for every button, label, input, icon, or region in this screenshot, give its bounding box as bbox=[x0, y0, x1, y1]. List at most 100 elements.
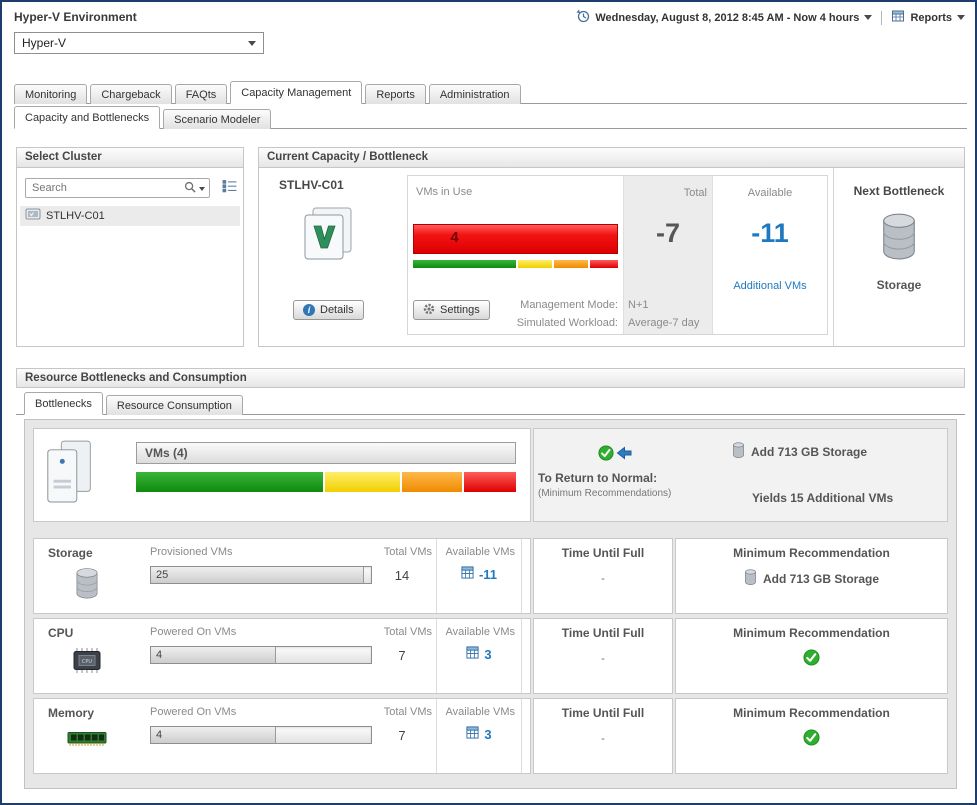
time-until-full-header: Time Until Full bbox=[534, 546, 672, 560]
details-button-label: Details bbox=[320, 304, 354, 316]
tab-monitoring[interactable]: Monitoring bbox=[14, 84, 87, 104]
tab-administration[interactable]: Administration bbox=[429, 84, 521, 104]
sub-tab-bar: Capacity and Bottlenecks Scenario Modele… bbox=[14, 106, 967, 129]
vms-in-use-label: VMs in Use bbox=[416, 186, 472, 198]
vms-in-use-value: 4 bbox=[414, 229, 495, 246]
additional-vms-link[interactable]: Additional VMs bbox=[713, 280, 827, 292]
reports-chevron-down-icon[interactable] bbox=[957, 15, 965, 20]
top-controls: Wednesday, August 8, 2012 8:45 AM - Now … bbox=[576, 9, 965, 26]
time-until-full-cell: Time Until Full - bbox=[533, 698, 673, 774]
cluster-icon bbox=[25, 208, 41, 224]
tab-capacity-and-bottlenecks[interactable]: Capacity and Bottlenecks bbox=[14, 106, 160, 129]
resource-label: Memory bbox=[48, 706, 94, 720]
minimum-recommendation-header: Minimum Recommendation bbox=[676, 626, 947, 640]
details-button[interactable]: i Details bbox=[293, 300, 364, 320]
current-capacity-panel: Current Capacity / Bottleneck STLHV-C01 … bbox=[258, 147, 965, 347]
summary-recommendation-text: Add 713 GB Storage bbox=[751, 445, 867, 459]
bar-fill bbox=[151, 727, 276, 743]
bar-fill bbox=[151, 647, 276, 663]
powered-on-vms-bar: 4 bbox=[150, 646, 372, 664]
cluster-tree-item[interactable]: STLHV-C01 bbox=[20, 206, 240, 226]
tab-capacity-management[interactable]: Capacity Management bbox=[230, 81, 362, 104]
available-vms-value: 3 bbox=[484, 727, 491, 742]
current-capacity-title: Current Capacity / Bottleneck bbox=[259, 148, 964, 168]
return-to-normal-label: To Return to Normal: bbox=[538, 471, 657, 485]
main-tab-bar: Monitoring Chargeback FAQts Capacity Man… bbox=[14, 80, 967, 104]
cpu-usage-cell: CPU CPU Powered On VMs 4 Total VMs 7 bbox=[33, 618, 531, 694]
storage-icon bbox=[744, 569, 757, 588]
bottlenecks-content: VMs (4) bbox=[24, 419, 957, 789]
page-title: Hyper-V Environment bbox=[14, 10, 137, 24]
total-value: -7 bbox=[623, 218, 713, 249]
green-check-icon bbox=[803, 649, 820, 669]
memory-icon bbox=[54, 731, 120, 751]
bottlenecks-section-title: Resource Bottlenecks and Consumption bbox=[16, 368, 965, 388]
time-until-full-cell: Time Until Full - bbox=[533, 538, 673, 614]
available-vms-value: 3 bbox=[484, 647, 491, 662]
cluster-item-label: STLHV-C01 bbox=[46, 210, 105, 222]
tab-chargeback[interactable]: Chargeback bbox=[90, 84, 171, 104]
time-range-label[interactable]: Wednesday, August 8, 2012 8:45 AM - Now … bbox=[595, 12, 859, 24]
total-vms-label: Total VMs bbox=[372, 546, 432, 558]
info-icon: i bbox=[303, 304, 315, 316]
zone-green bbox=[136, 472, 323, 492]
tab-scenario-modeler[interactable]: Scenario Modeler bbox=[163, 109, 271, 129]
reports-button[interactable]: Reports bbox=[910, 12, 952, 24]
vms-count-bar: VMs (4) bbox=[136, 442, 516, 464]
hyperv-cluster-icon bbox=[301, 206, 355, 267]
total-label: Total bbox=[623, 187, 707, 199]
minimum-recommendation-cell: Minimum Recommendation Add 713 GB Storag… bbox=[675, 538, 948, 614]
search-options-chevron-down-icon[interactable] bbox=[199, 187, 205, 191]
total-vms-value: 14 bbox=[372, 568, 432, 583]
bar-fill bbox=[151, 567, 364, 583]
mode-labels: Management Mode: Simulated Workload: bbox=[463, 296, 618, 332]
zone-red bbox=[590, 260, 618, 268]
storage-icon bbox=[732, 442, 745, 461]
minimum-recommendation-cell: Minimum Recommendation bbox=[675, 698, 948, 774]
gear-icon bbox=[423, 303, 435, 318]
time-until-full-cell: Time Until Full - bbox=[533, 618, 673, 694]
storage-usage-cell: Storage Provisioned VMs 25 Total VMs 14 … bbox=[33, 538, 531, 614]
tab-faqts[interactable]: FAQts bbox=[175, 84, 228, 104]
summary-vms-cell: VMs (4) bbox=[33, 428, 531, 522]
bar-label: Powered On VMs bbox=[150, 706, 236, 718]
tab-bottlenecks[interactable]: Bottlenecks bbox=[24, 392, 103, 415]
provisioned-vms-bar: 25 bbox=[150, 566, 372, 584]
search-input[interactable] bbox=[25, 178, 210, 198]
available-vms-cell: Available VMs 3 bbox=[436, 699, 522, 773]
bar-value: 4 bbox=[156, 648, 162, 663]
total-vms-label: Total VMs bbox=[372, 626, 432, 638]
available-vms-label: Available VMs bbox=[437, 626, 515, 638]
list-view-icon[interactable] bbox=[222, 180, 237, 196]
available-label: Available bbox=[713, 187, 827, 199]
divider bbox=[881, 11, 882, 25]
environment-dropdown[interactable]: Hyper-V bbox=[14, 32, 264, 54]
resource-label: CPU bbox=[48, 626, 73, 640]
summary-recommendation-cell: Add 713 GB Storage To Return to Normal: … bbox=[533, 428, 948, 522]
total-vms-value: 7 bbox=[372, 648, 432, 663]
yields-label: Yields 15 Additional VMs bbox=[752, 491, 893, 505]
cluster-search-row bbox=[25, 178, 237, 198]
zone-red bbox=[464, 472, 516, 492]
vms-in-use-bar: 4 bbox=[413, 224, 618, 254]
tab-resource-consumption[interactable]: Resource Consumption bbox=[106, 395, 243, 415]
minimum-recommendation-cell: Minimum Recommendation bbox=[675, 618, 948, 694]
zone-yellow bbox=[325, 472, 400, 492]
time-until-full-header: Time Until Full bbox=[534, 626, 672, 640]
powered-on-vms-bar: 4 bbox=[150, 726, 372, 744]
cpu-row: CPU CPU Powered On VMs 4 Total VMs 7 bbox=[33, 618, 948, 694]
storage-icon bbox=[834, 212, 964, 263]
storage-row: Storage Provisioned VMs 25 Total VMs 14 … bbox=[33, 538, 948, 614]
zone-green bbox=[413, 260, 516, 268]
summary-zone-bar bbox=[136, 472, 516, 492]
memory-usage-cell: Memory Powered On VMs 4 bbox=[33, 698, 531, 774]
available-vms-cell: Available VMs 3 bbox=[436, 619, 522, 693]
summary-row: VMs (4) bbox=[33, 428, 948, 522]
cpu-icon: CPU bbox=[54, 647, 120, 677]
time-range-icon bbox=[576, 9, 590, 26]
next-bottleneck-title: Next Bottleneck bbox=[834, 184, 964, 198]
minimum-recommendation-header: Minimum Recommendation bbox=[676, 706, 947, 720]
search-icon[interactable] bbox=[184, 181, 196, 196]
time-range-chevron-down-icon[interactable] bbox=[864, 15, 872, 20]
tab-reports[interactable]: Reports bbox=[365, 84, 426, 104]
